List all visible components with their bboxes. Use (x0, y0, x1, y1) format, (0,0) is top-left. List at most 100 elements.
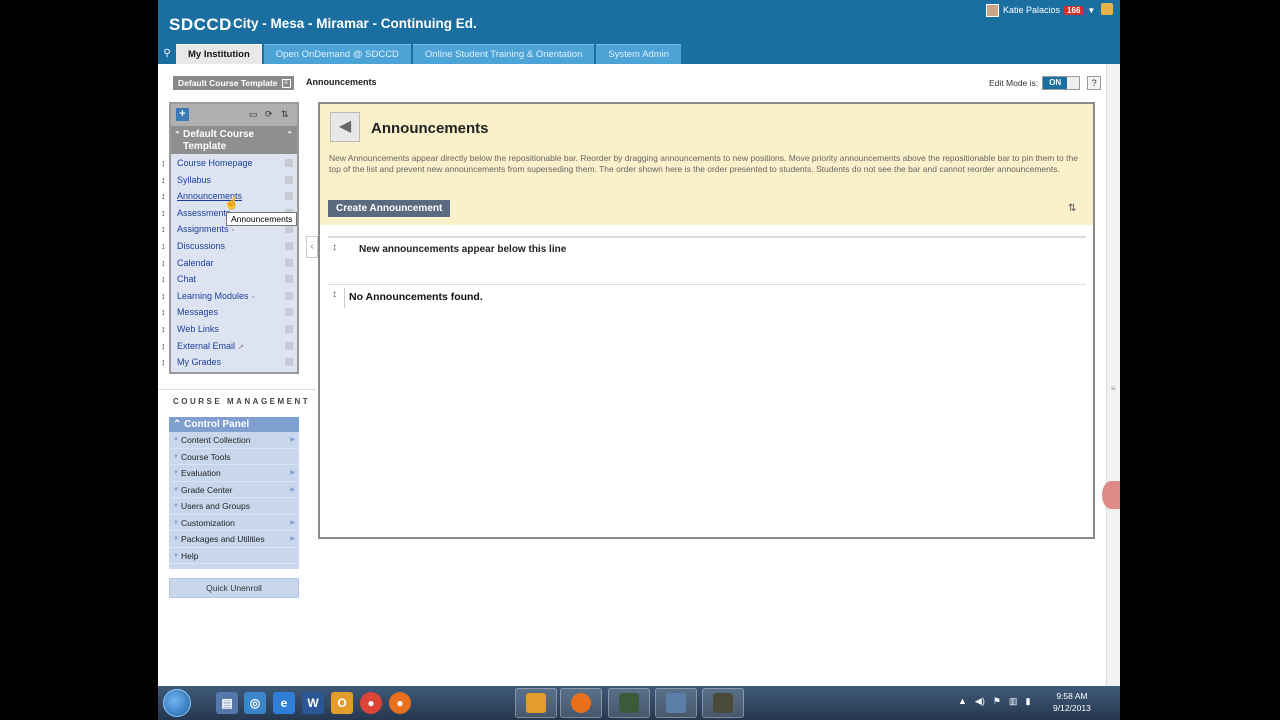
taskbar-app-window[interactable] (702, 688, 744, 718)
volume-icon[interactable]: ◀) (975, 696, 985, 707)
link-icon[interactable]: ⚲ (158, 44, 176, 64)
drag-handle-icon[interactable]: ↕ (161, 238, 166, 254)
breadcrumb-course[interactable]: Default Course Template ≡ (173, 76, 294, 90)
outlook-icon[interactable]: O (331, 692, 353, 714)
add-menu-item-icon[interactable]: + (176, 108, 189, 121)
item-menu-icon[interactable] (285, 275, 293, 284)
item-menu-icon[interactable] (285, 241, 293, 250)
cp-item-content-collection[interactable]: ▼ Content Collection ▶ (169, 432, 299, 449)
sidebar-item-discussions[interactable]: ↕ Discussions (161, 238, 297, 255)
quick-unenroll-button[interactable]: Quick Unenroll (169, 578, 299, 598)
drag-handle-icon[interactable]: ↕ (161, 338, 166, 354)
breadcrumb-current: Announcements (306, 77, 377, 87)
drag-handle-icon[interactable]: ↕ (161, 155, 166, 171)
repositionable-bar[interactable]: ↕ New announcements appear below this li… (328, 236, 1086, 260)
app-icon[interactable]: ◎ (244, 692, 266, 714)
clock[interactable]: 9:58 AM 9/12/2013 (1053, 690, 1091, 714)
sidebar-item-syllabus[interactable]: ↕ Syllabus (161, 172, 297, 189)
firefox-icon[interactable]: ● (389, 692, 411, 714)
item-menu-icon[interactable] (285, 192, 293, 201)
drag-handle-icon[interactable]: ↕ (161, 172, 166, 188)
item-menu-icon[interactable] (285, 175, 293, 184)
page-scrollbar[interactable]: ≡ (1106, 64, 1120, 686)
reorder-icon[interactable]: ⇅ (281, 109, 289, 120)
collapse-icon[interactable]: ⌃ (173, 419, 184, 430)
cp-item-packages-and-utilities[interactable]: ▼ Packages and Utilities ▶ (169, 531, 299, 548)
tab-system-admin[interactable]: System Admin (596, 44, 682, 64)
taskbar-app-window[interactable] (655, 688, 697, 718)
sidebar-item-my-grades[interactable]: ↕ My Grades (161, 354, 297, 371)
show-hidden-icons-icon[interactable]: ▲ (958, 696, 967, 707)
network-icon[interactable]: ▥ (1009, 696, 1018, 707)
item-menu-icon[interactable] (285, 258, 293, 267)
drag-handle-icon[interactable]: ↕ (161, 205, 166, 221)
logout-icon[interactable] (1101, 3, 1113, 15)
collapse-menu-icon[interactable]: ‹ (306, 236, 318, 258)
refresh-icon[interactable]: ⟳ (265, 109, 273, 120)
drag-handle-icon[interactable]: ↕ (161, 188, 166, 204)
sidebar-item-chat[interactable]: ↕ Chat (161, 271, 297, 288)
drag-handle-icon[interactable]: ↕ (161, 288, 166, 304)
tab-open-ondemand[interactable]: Open OnDemand @ SDCCD (263, 44, 411, 64)
flag-icon[interactable]: ⚑ (993, 696, 1001, 707)
course-menu: + ▭ ⟳ ⇅ ⌃ Default Course Template ⌃ ↕ Cou… (161, 102, 299, 374)
expand-icon: ▼ (173, 486, 179, 493)
notification-badge[interactable]: 166 (1064, 5, 1084, 15)
drag-handle-icon[interactable]: ↕ (332, 242, 337, 253)
cp-item-users-and-groups[interactable]: ▼ Users and Groups (169, 498, 299, 515)
content-header: ◀ Announcements New Announcements appear… (320, 104, 1093, 225)
drag-handle-icon[interactable]: ↕ (161, 354, 166, 370)
drag-handle-icon[interactable]: ↕ (161, 321, 166, 337)
feedback-tab[interactable] (1102, 481, 1120, 509)
internet-explorer-icon[interactable]: e (273, 692, 295, 714)
battery-icon[interactable]: ▮ (1025, 696, 1030, 707)
sidebar-item-course-homepage[interactable]: ↕ Course Homepage (161, 155, 297, 172)
tab-student-training[interactable]: Online Student Training & Orientation (412, 44, 595, 64)
item-menu-icon[interactable] (285, 324, 293, 333)
taskbar-firefox-window[interactable] (560, 688, 602, 718)
collapse-icon[interactable]: ⌃ (174, 129, 181, 141)
taskbar-outlook-window[interactable] (515, 688, 557, 718)
cp-item-course-tools[interactable]: ▼ Course Tools (169, 449, 299, 465)
explorer-icon[interactable]: ▤ (216, 692, 238, 714)
control-panel-title[interactable]: ⌃ Control Panel (169, 417, 299, 432)
cp-item-evaluation[interactable]: ▼ Evaluation ▶ (169, 465, 299, 482)
drag-handle-icon[interactable]: ↕ (332, 289, 337, 300)
folder-view-icon[interactable]: ▭ (249, 109, 258, 120)
hand-cursor-icon: ☝ (224, 196, 239, 210)
course-menu-title[interactable]: ⌃ Default Course Template ⌃ (171, 126, 297, 154)
cp-item-help[interactable]: ▼ Help (169, 548, 299, 564)
sidebar-item-external-email[interactable]: ↕ External Email ↗ (161, 338, 297, 355)
chevron-down-icon[interactable]: ▼ (1087, 6, 1095, 15)
item-menu-icon[interactable] (285, 291, 293, 300)
user-menu[interactable]: Katie Palacios 166 ▼ (986, 2, 1095, 18)
item-menu-icon[interactable] (285, 225, 293, 234)
create-announcement-button[interactable]: Create Announcement (328, 200, 451, 217)
tab-my-institution[interactable]: My Institution (176, 44, 262, 64)
menu-icon[interactable]: ≡ (281, 78, 291, 88)
item-menu-icon[interactable] (285, 308, 293, 317)
cp-item-grade-center[interactable]: ▼ Grade Center ▶ (169, 482, 299, 498)
scroll-grip-icon[interactable]: ≡ (1111, 384, 1117, 394)
item-menu-icon[interactable] (285, 159, 293, 167)
word-icon[interactable]: W (302, 692, 324, 714)
item-menu-icon[interactable] (285, 341, 293, 350)
sdccd-logo[interactable]: SDCCD (169, 15, 232, 35)
collapse-icon[interactable]: ⌃ (286, 129, 293, 141)
start-button[interactable] (163, 689, 191, 717)
sidebar-item-calendar[interactable]: ↕ Calendar (161, 255, 297, 272)
chrome-icon[interactable]: ● (360, 692, 382, 714)
help-button[interactable]: ? (1087, 76, 1102, 90)
drag-handle-icon[interactable]: ↕ (161, 221, 166, 237)
item-menu-icon[interactable] (285, 358, 293, 367)
drag-handle-icon[interactable]: ↕ (161, 271, 166, 287)
cp-item-customization[interactable]: ▼ Customization ▶ (169, 515, 299, 531)
reorder-icon[interactable]: ⇅ (1068, 203, 1076, 214)
sidebar-item-web-links[interactable]: ↕ Web Links (161, 321, 297, 338)
drag-handle-icon[interactable]: ↕ (161, 304, 166, 320)
edit-mode-toggle[interactable]: ON (1042, 76, 1081, 90)
sidebar-item-messages[interactable]: ↕ Messages (161, 304, 297, 321)
sidebar-item-learning-modules[interactable]: ↕ Learning Modules ▫ (161, 288, 297, 305)
taskbar-app-window[interactable] (608, 688, 650, 718)
drag-handle-icon[interactable]: ↕ (161, 255, 166, 271)
